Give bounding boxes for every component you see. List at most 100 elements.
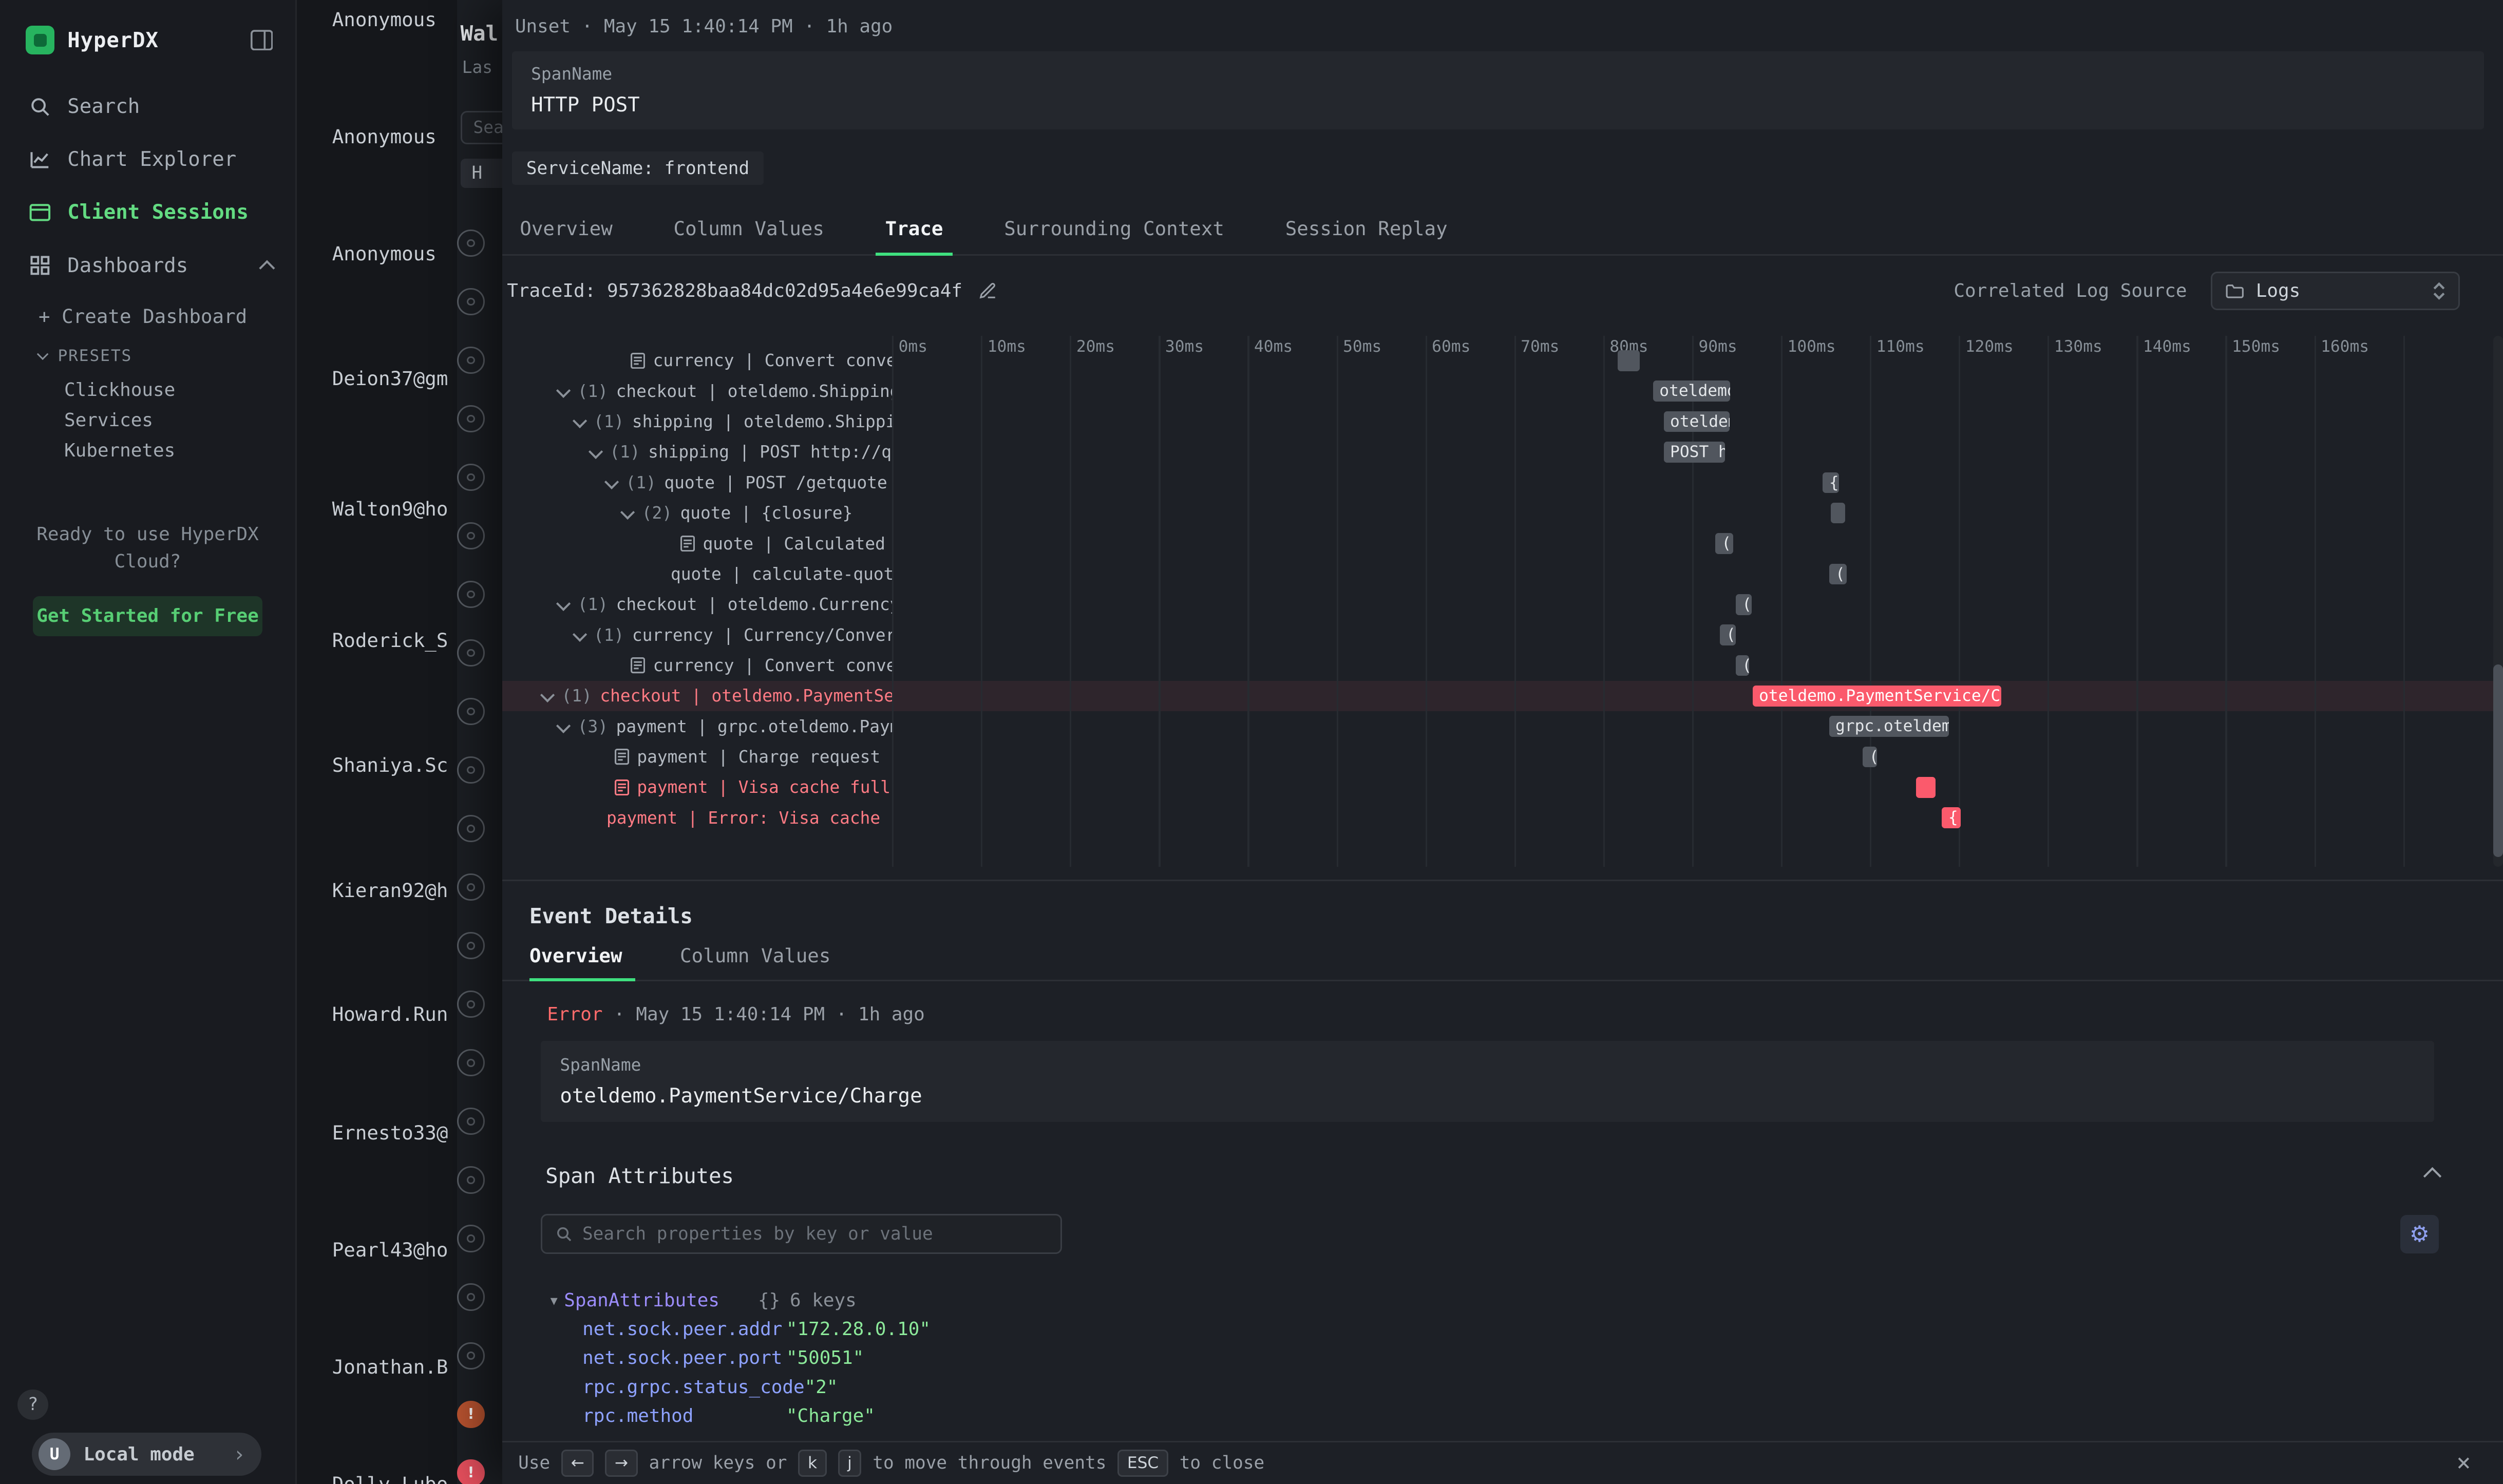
session-event-icon[interactable]	[457, 405, 484, 432]
session-event-icon[interactable]	[457, 581, 484, 608]
session-list-item[interactable]: Kieran92@h	[332, 879, 448, 902]
get-started-button[interactable]: Get Started for Free	[33, 596, 262, 636]
session-event-icon[interactable]	[457, 1342, 484, 1369]
session-list-item[interactable]: Roderick_S	[332, 629, 448, 652]
tab-session-replay[interactable]: Session Replay	[1285, 206, 1448, 254]
session-event-icon[interactable]	[457, 756, 484, 784]
expand-chevron-icon[interactable]	[557, 597, 571, 612]
event-tab-overview[interactable]: Overview	[529, 938, 622, 980]
session-event-icon[interactable]	[457, 288, 484, 315]
trace-row[interactable]: payment | Error: Visa cache ful…	[502, 803, 892, 833]
trace-row[interactable]: currency | Convert convers…	[502, 346, 892, 376]
tab-overview[interactable]: Overview	[520, 206, 613, 254]
session-event-icon[interactable]	[457, 932, 484, 959]
scrollbar-thumb[interactable]	[2493, 664, 2503, 857]
trace-row[interactable]: currency | Convert convers…	[502, 650, 892, 680]
trace-row[interactable]: quote | Calculated q…	[502, 528, 892, 559]
expand-chevron-icon[interactable]	[573, 628, 587, 642]
tab-surrounding-context[interactable]: Surrounding Context	[1004, 206, 1224, 254]
trace-span-bar[interactable]: oteldemo	[1664, 411, 1730, 432]
expand-chevron-icon[interactable]	[557, 384, 571, 398]
session-event-icon[interactable]	[457, 522, 484, 549]
attribute-search-input[interactable]	[582, 1224, 1048, 1244]
session-list-item[interactable]: Anonymous	[332, 8, 437, 31]
trace-span-bar[interactable]: oteldemo.	[1653, 380, 1731, 402]
trace-span-bar[interactable]	[1916, 777, 1936, 798]
sidebar-collapse-icon[interactable]	[251, 30, 273, 51]
trace-span-bar[interactable]	[1831, 503, 1845, 524]
sidebar-item-chart-explorer[interactable]: Chart Explorer	[0, 133, 295, 186]
tab-trace[interactable]: Trace	[885, 206, 943, 254]
close-button[interactable]: ×	[2456, 1451, 2471, 1475]
expand-chevron-icon[interactable]	[573, 414, 587, 429]
trace-row[interactable]: (1)currency | Currency/Convert	[502, 620, 892, 650]
session-event-icon[interactable]	[457, 815, 484, 842]
attribute-row[interactable]: net.sock.peer.port"50051"	[582, 1344, 2503, 1373]
session-event-icon[interactable]	[457, 1283, 484, 1310]
trace-span-bar[interactable]: (	[1736, 655, 1749, 676]
session-event-icon[interactable]	[457, 464, 484, 491]
session-list-item[interactable]: Shaniya.Sc	[332, 754, 448, 776]
help-button[interactable]: ?	[17, 1390, 48, 1420]
trace-row[interactable]: (3)payment | grpc.oteldemo.Paymen…	[502, 711, 892, 741]
session-event-icon[interactable]	[457, 1225, 484, 1252]
trace-span-bar[interactable]: grpc.oteldemo.	[1829, 716, 1949, 737]
trace-span-bar[interactable]: (	[1829, 564, 1847, 585]
trace-span-bar[interactable]: (	[1863, 747, 1877, 768]
trace-row[interactable]: payment | Visa cache full: c…	[502, 772, 892, 803]
session-orange-alert-icon[interactable]: !	[457, 1401, 484, 1428]
trace-row[interactable]: payment | Charge request rec…	[502, 741, 892, 772]
expand-chevron-icon[interactable]	[557, 719, 571, 734]
trace-span-bar[interactable]: (	[1736, 594, 1752, 615]
waterfall-scrollbar[interactable]	[2493, 336, 2503, 867]
session-list-item[interactable]: Jonathan.B	[332, 1356, 448, 1378]
session-event-icon[interactable]	[457, 230, 484, 257]
trace-row[interactable]: (1)checkout | oteldemo.PaymentServi…	[502, 681, 892, 711]
trace-span-bar[interactable]: {	[1942, 807, 1960, 828]
session-list-item[interactable]: Anonymous	[332, 242, 437, 265]
session-list-item[interactable]: Pearl43@ho	[332, 1239, 448, 1261]
expand-chevron-icon[interactable]	[605, 475, 619, 490]
trace-span-bar[interactable]: {	[1823, 472, 1838, 493]
expand-chevron-icon[interactable]	[621, 506, 635, 520]
session-event-icon[interactable]	[457, 1049, 484, 1076]
session-list-item[interactable]: Dolly.Lubo	[332, 1473, 448, 1484]
trace-span-bar[interactable]: oteldemo.PaymentService/Char	[1753, 686, 2002, 707]
trace-span-bar[interactable]	[1618, 350, 1640, 371]
attribute-row[interactable]: rpc.grpc.status_code"2"	[582, 1373, 2503, 1402]
session-list-item[interactable]: Deion37@gm	[332, 367, 448, 390]
trace-row[interactable]: (1)quote | POST /getquote	[502, 467, 892, 498]
attribute-row[interactable]: rpc.method"Charge"	[582, 1402, 2503, 1431]
session-event-icon[interactable]	[457, 1166, 484, 1193]
service-badge[interactable]: ServiceName: frontend	[512, 151, 764, 185]
expand-chevron-icon[interactable]	[589, 445, 603, 459]
sidebar-item-kubernetes[interactable]: Kubernetes	[64, 435, 295, 466]
trace-row[interactable]: (1)checkout | oteldemo.ShippingSe…	[502, 376, 892, 406]
session-red-alert-icon[interactable]: !	[457, 1459, 484, 1484]
session-list-item[interactable]: Howard.Run	[332, 1003, 448, 1025]
session-list-item[interactable]: Ernesto33@	[332, 1121, 448, 1144]
trace-row[interactable]: (1)shipping | oteldemo.Shipping…	[502, 406, 892, 436]
session-event-icon[interactable]	[457, 347, 484, 374]
sidebar-item-dashboards[interactable]: Dashboards	[0, 239, 295, 292]
trace-span-bar[interactable]: (	[1720, 624, 1736, 645]
session-list-item[interactable]: Anonymous	[332, 125, 437, 148]
collapse-section-icon[interactable]	[2423, 1167, 2441, 1185]
sidebar-item-clickhouse[interactable]: Clickhouse	[64, 375, 295, 405]
trace-row[interactable]: (1)shipping | POST http://quo…	[502, 437, 892, 467]
trace-row[interactable]: (1)checkout | oteldemo.CurrencySe…	[502, 589, 892, 620]
tab-column-values[interactable]: Column Values	[674, 206, 824, 254]
sidebar-item-services[interactable]: Services	[64, 405, 295, 435]
session-event-icon[interactable]	[457, 873, 484, 901]
edit-icon[interactable]	[978, 281, 997, 300]
expand-chevron-icon[interactable]	[541, 689, 555, 703]
attribute-root-row[interactable]: ▾ SpanAttributes {} 6 keys	[551, 1286, 2503, 1315]
create-dashboard-button[interactable]: + Create Dashboard	[39, 305, 295, 328]
presets-toggle[interactable]: PRESETS	[39, 347, 295, 365]
trace-row[interactable]: quote | calculate-quote	[502, 559, 892, 589]
session-list-item[interactable]: Walton9@ho	[332, 498, 448, 520]
sidebar-item-search[interactable]: Search	[0, 80, 295, 133]
sidebar-item-client-sessions[interactable]: Client Sessions	[0, 186, 295, 239]
settings-button[interactable]: ⚙	[2400, 1215, 2439, 1253]
local-mode-button[interactable]: U Local mode ›	[32, 1433, 261, 1476]
